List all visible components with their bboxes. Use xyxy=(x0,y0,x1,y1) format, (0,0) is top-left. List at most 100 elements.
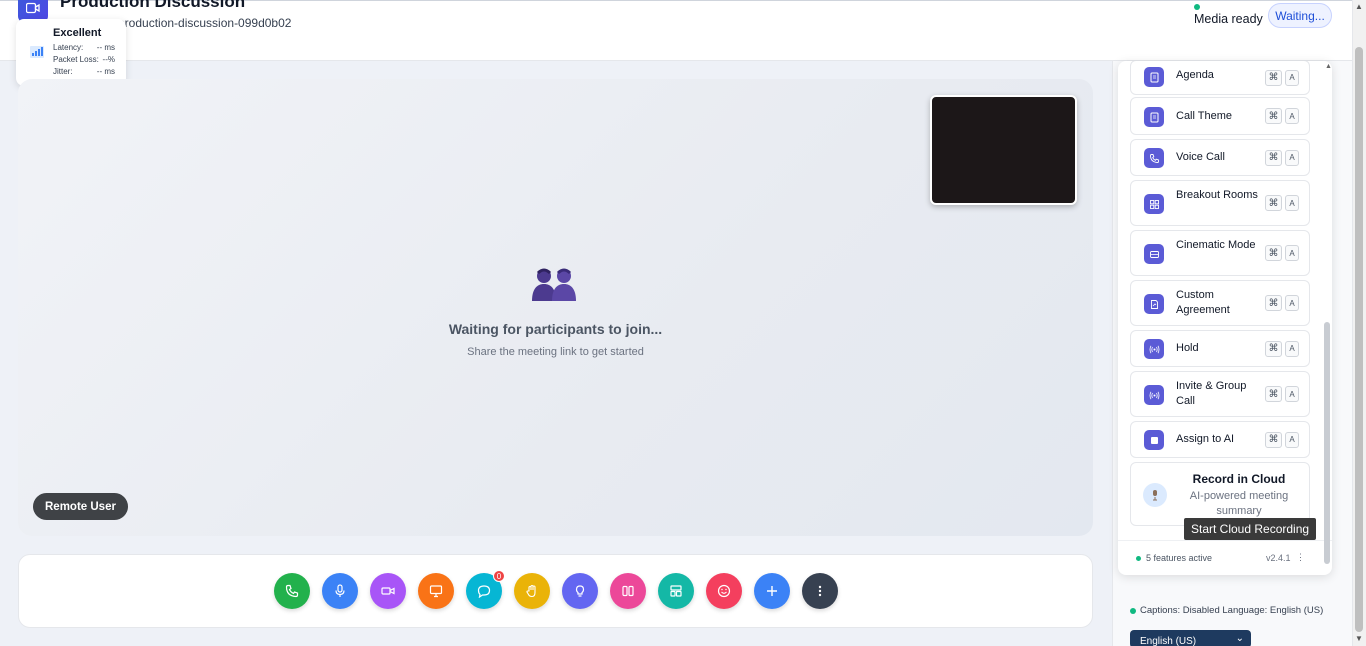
window-scroll-down-arrow-icon[interactable]: ▼ xyxy=(1354,634,1364,643)
shortcut-key: A xyxy=(1285,108,1299,124)
monitor-icon xyxy=(429,585,443,598)
feature-item-assign-to-ai[interactable]: Assign to AI ⌘ A xyxy=(1130,421,1310,458)
media-status: Media ready xyxy=(1194,12,1263,26)
more-options-button[interactable] xyxy=(802,573,838,609)
shortcut-key: A xyxy=(1285,340,1299,357)
document-icon xyxy=(1144,67,1164,87)
broadcast-icon xyxy=(1144,339,1164,359)
feature-item-call-theme[interactable]: Call Theme ⌘ A xyxy=(1130,97,1310,135)
shortcut-key: A xyxy=(1285,69,1299,86)
phone-icon xyxy=(1144,148,1164,168)
captions-status: Captions: Disabled Language: English (US… xyxy=(1140,605,1324,616)
raise-hand-button[interactable] xyxy=(514,573,550,609)
reactions-button[interactable] xyxy=(706,573,742,609)
media-status-dot xyxy=(1194,4,1200,10)
ideas-button[interactable] xyxy=(562,573,598,609)
feature-item-voice-call[interactable]: Voice Call ⌘ A xyxy=(1130,139,1310,176)
features-active-count: 5 features active xyxy=(1146,553,1213,563)
shortcut-key: A xyxy=(1285,195,1299,211)
grid-icon xyxy=(1144,194,1164,214)
feature-label: Breakout Rooms xyxy=(1176,189,1258,201)
microphone-icon xyxy=(1143,483,1167,507)
chat-unread-badge: 0 xyxy=(493,570,505,582)
packet-loss-label: Packet Loss: xyxy=(53,55,99,64)
footer-more-icon[interactable]: ⋮ xyxy=(1296,552,1305,563)
window-scroll-thumb[interactable] xyxy=(1355,47,1363,632)
feature-label: Hold xyxy=(1176,342,1199,354)
waiting-status-button[interactable]: Waiting... xyxy=(1268,3,1332,28)
features-footer: 5 features active v2.4.1 ⋮ xyxy=(1118,540,1332,575)
chat-bubble-icon xyxy=(477,585,491,598)
plus-icon xyxy=(767,586,777,596)
waiting-subtitle: Share the meeting link to get started xyxy=(467,346,644,358)
call-button[interactable] xyxy=(274,573,310,609)
agreement-icon xyxy=(1144,294,1164,314)
feature-label: Agenda xyxy=(1176,69,1214,81)
latency-row: Latency: -- ms xyxy=(53,43,115,52)
scroll-up-arrow-icon[interactable]: ▲ xyxy=(1325,63,1332,70)
packet-loss-value: --% xyxy=(102,55,115,64)
features-panel: Agenda ⌘ A Call Theme ⌘ A Voice Call ⌘ A… xyxy=(1118,61,1332,575)
feature-label: Cinematic Mode xyxy=(1176,239,1256,251)
feature-item-invite-group-call[interactable]: Invite & Group Call ⌘ A xyxy=(1130,371,1310,417)
shortcut-cmd: ⌘ xyxy=(1265,149,1282,166)
version-label: v2.4.1 xyxy=(1266,553,1291,563)
call-control-bar: 0 xyxy=(18,554,1093,628)
feature-item-hold[interactable]: Hold ⌘ A xyxy=(1130,330,1310,367)
screen-share-button[interactable] xyxy=(418,573,454,609)
latency-label: Latency: xyxy=(53,43,84,52)
lightbulb-icon xyxy=(575,585,585,597)
participants-icon xyxy=(532,268,576,301)
feature-item-custom-agreement[interactable]: Custom Agreement ⌘ A xyxy=(1130,280,1310,326)
feature-item-cinematic-mode[interactable]: Cinematic Mode ⌘ A xyxy=(1130,230,1310,276)
local-video-preview[interactable] xyxy=(930,95,1077,205)
document-icon xyxy=(1144,107,1164,127)
smiley-icon xyxy=(717,584,731,598)
feature-item-breakout-rooms[interactable]: Breakout Rooms ⌘ A xyxy=(1130,180,1310,226)
header-bar: Production Discussion production-discuss… xyxy=(0,0,1352,61)
feature-label: Voice Call xyxy=(1176,151,1225,163)
whiteboard-button[interactable] xyxy=(658,573,694,609)
jitter-value: -- ms xyxy=(96,67,115,76)
latency-value: -- ms xyxy=(96,43,115,52)
language-select-value: English (US) xyxy=(1140,636,1197,646)
shortcut-key: A xyxy=(1285,431,1299,448)
shortcut-cmd: ⌘ xyxy=(1265,431,1282,448)
packet-loss-row: Packet Loss: --% xyxy=(53,55,115,64)
shortcut-cmd: ⌘ xyxy=(1265,195,1282,211)
microphone-button[interactable] xyxy=(322,573,358,609)
layout-button[interactable] xyxy=(610,573,646,609)
jitter-row: Jitter: -- ms xyxy=(53,67,115,76)
columns-icon xyxy=(622,585,634,597)
waiting-title: Waiting for participants to join... xyxy=(448,321,663,337)
feature-label: Custom Agreement xyxy=(1176,289,1230,316)
network-quality-label: Excellent xyxy=(53,27,102,39)
video-button[interactable] xyxy=(370,573,406,609)
cloud-recording-tooltip: Start Cloud Recording xyxy=(1184,518,1317,540)
square-icon xyxy=(1144,430,1164,450)
feature-label: Call Theme xyxy=(1176,110,1233,122)
record-in-cloud-card[interactable]: Record in Cloud AI-powered meeting summa… xyxy=(1130,462,1310,526)
chat-button[interactable]: 0 xyxy=(466,570,505,609)
panel-scroll-thumb[interactable] xyxy=(1324,322,1330,564)
record-subtitle: AI-powered meeting summary xyxy=(1189,490,1289,517)
video-camera-icon xyxy=(381,587,395,595)
signal-bars-icon xyxy=(30,46,44,58)
shortcut-cmd: ⌘ xyxy=(1265,108,1282,124)
feature-item-agenda[interactable]: Agenda ⌘ A xyxy=(1130,61,1310,95)
language-select[interactable]: English (US) ⌄ xyxy=(1130,630,1251,646)
shortcut-key: A xyxy=(1285,386,1299,402)
shortcut-key: A xyxy=(1285,245,1299,261)
chevron-down-icon: ⌄ xyxy=(1235,633,1244,644)
add-button[interactable] xyxy=(754,573,790,609)
window-scroll-up-arrow-icon[interactable]: ▲ xyxy=(1354,2,1364,11)
active-status-dot xyxy=(1136,556,1141,561)
phone-icon xyxy=(285,584,299,598)
network-quality-card: Excellent Latency: -- ms Packet Loss: --… xyxy=(16,19,126,86)
shortcut-cmd: ⌘ xyxy=(1265,295,1282,311)
dashboard-icon xyxy=(670,585,682,597)
video-stage: Waiting for participants to join... Shar… xyxy=(18,79,1093,536)
meeting-title: Production Discussion xyxy=(60,0,246,11)
captions-status-dot xyxy=(1130,608,1136,614)
film-icon xyxy=(1144,244,1164,264)
